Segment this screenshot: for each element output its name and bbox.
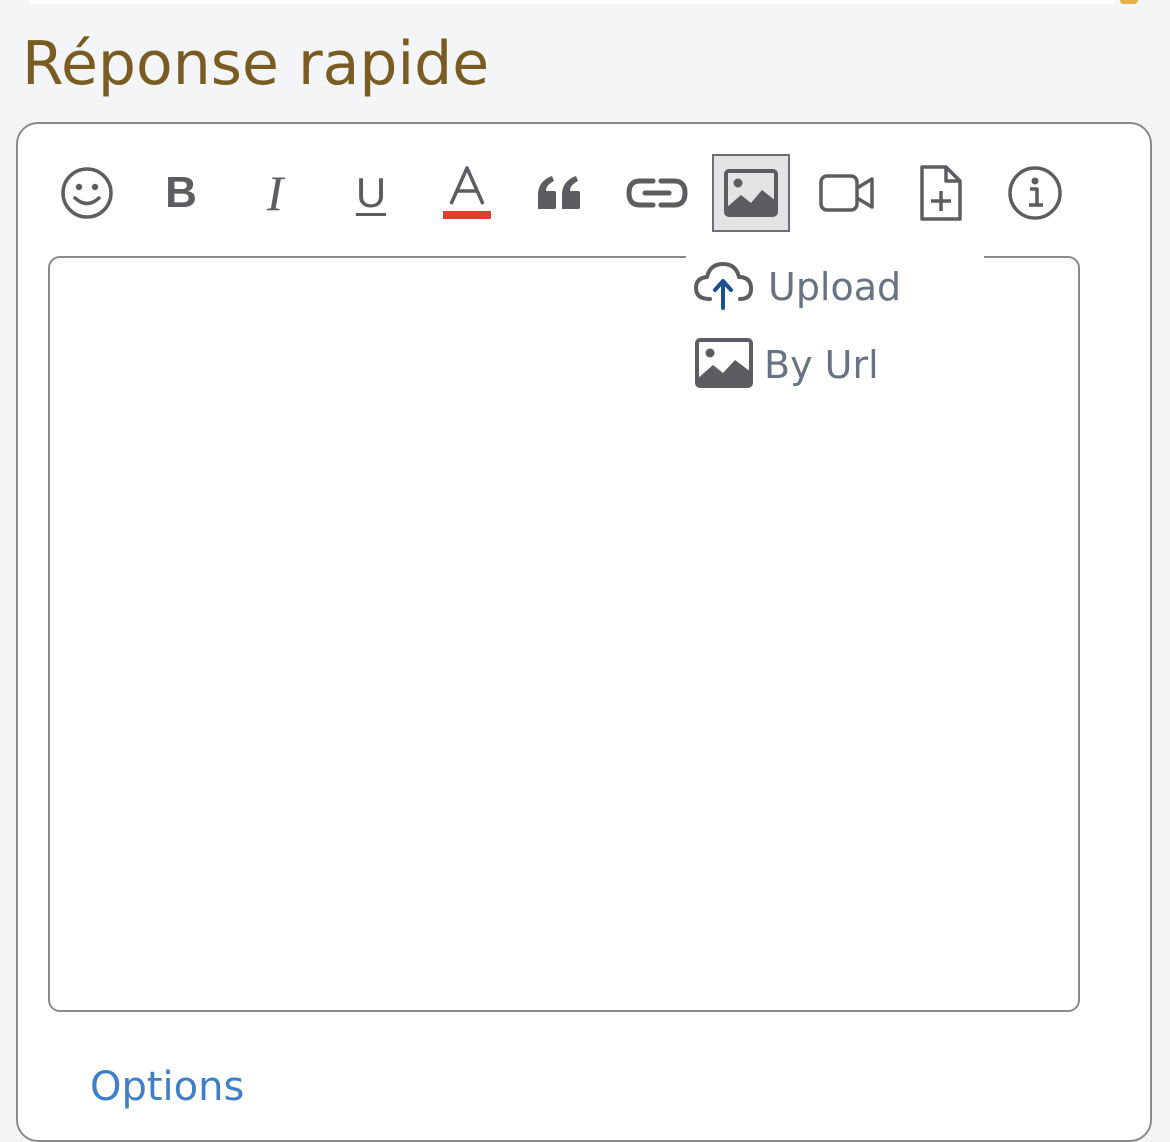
top-strip bbox=[30, 0, 1115, 4]
quote-icon bbox=[534, 173, 584, 213]
options-link[interactable]: Options bbox=[90, 1062, 244, 1112]
cloud-upload-icon bbox=[692, 259, 758, 315]
underline-button[interactable]: U bbox=[332, 154, 410, 232]
page-title: Réponse rapide bbox=[22, 29, 490, 99]
italic-button[interactable]: I bbox=[236, 154, 314, 232]
smiley-icon bbox=[60, 166, 114, 220]
quote-button[interactable] bbox=[520, 154, 598, 232]
image-icon bbox=[723, 168, 779, 218]
info-icon bbox=[1007, 165, 1063, 221]
image-icon bbox=[692, 337, 754, 393]
image-menu: Upload By Url bbox=[686, 254, 984, 404]
image-button[interactable] bbox=[712, 154, 790, 232]
italic-icon: I bbox=[266, 165, 284, 221]
smilies-button[interactable] bbox=[48, 154, 126, 232]
by-url-label: By Url bbox=[764, 343, 879, 387]
video-button[interactable] bbox=[808, 154, 886, 232]
attachment-button[interactable] bbox=[902, 154, 980, 232]
bold-icon: B bbox=[165, 168, 197, 217]
link-icon bbox=[625, 174, 689, 212]
by-url-menu-item[interactable]: By Url bbox=[692, 336, 879, 394]
underline-icon: U bbox=[355, 169, 387, 216]
link-button[interactable] bbox=[618, 154, 696, 232]
font-color-icon bbox=[440, 164, 494, 222]
bold-button[interactable]: B bbox=[142, 154, 220, 232]
info-button[interactable] bbox=[996, 154, 1074, 232]
upload-label: Upload bbox=[768, 265, 902, 309]
video-icon bbox=[818, 172, 876, 214]
file-add-icon bbox=[919, 164, 963, 222]
upload-menu-item[interactable]: Upload bbox=[692, 258, 901, 316]
font-color-button[interactable] bbox=[428, 154, 506, 232]
top-corner-accent bbox=[1120, 0, 1138, 4]
